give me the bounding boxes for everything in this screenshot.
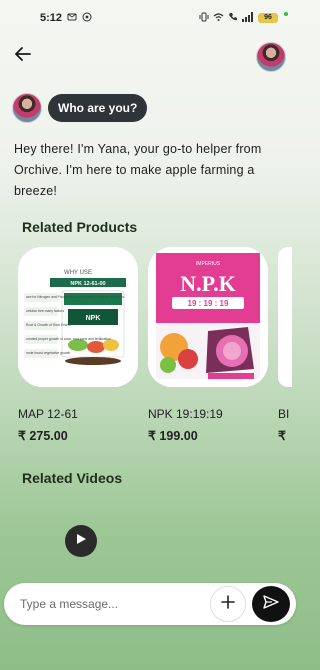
image-brand: IMPERIUS	[196, 261, 221, 267]
status-time: 5:12	[40, 12, 63, 24]
arrow-left-icon	[15, 46, 31, 66]
related-products-title: Related Products	[22, 219, 138, 235]
image-product-label: NPK 12-61-00	[70, 281, 105, 287]
whatsapp-icon	[82, 12, 92, 25]
image-title: N.P.K	[180, 271, 235, 296]
product-name[interactable]: MAP 12-61	[18, 407, 138, 421]
play-icon	[75, 532, 87, 550]
product-price: ₹ 199.00	[148, 429, 198, 443]
question-row: Who are you?	[12, 93, 148, 123]
plus-icon	[221, 594, 235, 614]
image-grade: 19 : 19 : 19	[188, 299, 229, 308]
vibrate-icon	[199, 12, 209, 25]
wifi-icon	[213, 12, 224, 25]
play-button[interactable]	[65, 525, 97, 557]
status-left: 5:12	[40, 12, 92, 25]
product-name[interactable]: NPK 19:19:19	[148, 407, 268, 421]
bullet-5: mote boost vegetative growth	[26, 351, 70, 355]
product-image-map[interactable]: WHY USE NPK 12-61-00 NPK ace for Nitroge…	[18, 247, 138, 387]
product-image-npk[interactable]: IMPERIUS N.P.K 19 : 19 : 19	[148, 247, 268, 387]
status-bar: 5:12 96	[0, 0, 300, 36]
bullet-4: omoted proper growth of ance, root pans …	[26, 337, 111, 341]
product-name[interactable]: BI	[278, 407, 292, 421]
add-button[interactable]	[210, 586, 246, 622]
bullet-2: cefuliar tree many factors	[26, 309, 64, 313]
image-header: WHY USE	[64, 270, 92, 276]
svg-text:NPK: NPK	[86, 315, 101, 322]
bot-reply: Hey there! I'm Yana, your go-to helper f…	[14, 142, 262, 198]
product-card-peek[interactable]: BI ₹	[278, 247, 292, 447]
product-card[interactable]: IMPERIUS N.P.K 19 : 19 : 19 NPK 19:19:19…	[148, 247, 268, 447]
product-price: ₹	[278, 429, 286, 443]
user-avatar[interactable]	[256, 42, 286, 72]
product-price: ₹ 275.00	[18, 429, 68, 443]
call-icon	[228, 12, 238, 25]
message-composer	[4, 583, 296, 625]
message-icon	[67, 12, 77, 25]
bullet-3: Root & Growth of Root Enters	[26, 323, 71, 327]
send-icon	[263, 594, 279, 614]
related-videos-title: Related Videos	[22, 470, 123, 486]
product-carousel[interactable]: WHY USE NPK 12-61-00 NPK ace for Nitroge…	[18, 247, 300, 447]
bot-avatar	[12, 93, 42, 123]
user-question-bubble: Who are you?	[48, 94, 148, 122]
privacy-dot	[284, 12, 288, 16]
send-button[interactable]	[252, 586, 290, 622]
status-right: 96	[199, 11, 288, 25]
signal-icon	[242, 11, 254, 25]
product-image-peek[interactable]	[278, 247, 292, 387]
top-nav	[0, 40, 300, 76]
back-button[interactable]	[12, 45, 34, 67]
battery-indicator: 96	[258, 13, 278, 23]
product-card[interactable]: WHY USE NPK 12-61-00 NPK ace for Nitroge…	[18, 247, 138, 447]
message-input[interactable]	[20, 594, 200, 614]
bullet-1: ace for Nitrogen and Phosphorus a defici…	[26, 295, 125, 299]
